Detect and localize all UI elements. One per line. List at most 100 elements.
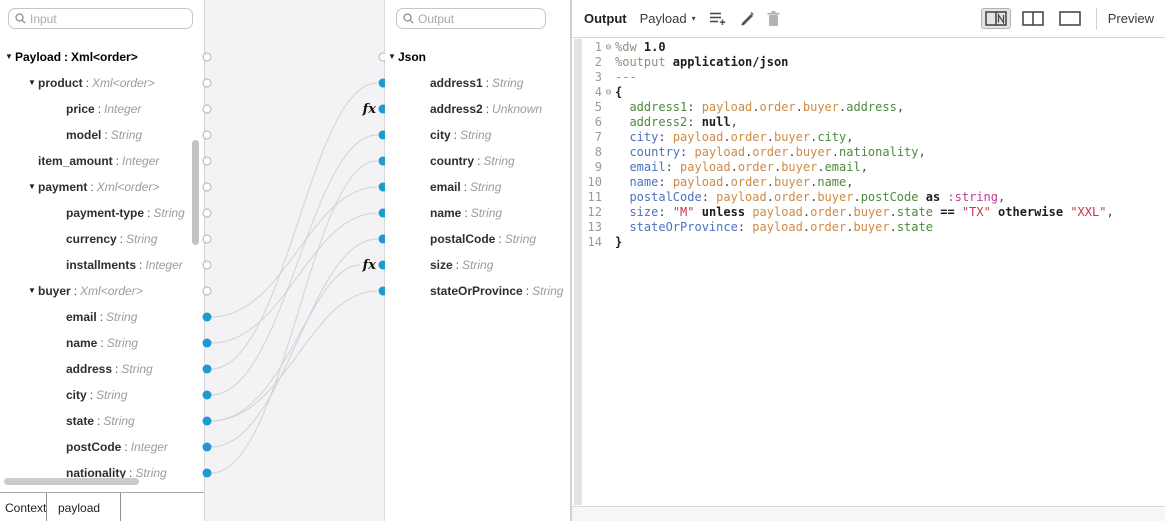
code-line-12[interactable]: 12 size: "M" unless payload.order.buyer.… [586,205,1163,220]
input-tree-row-item_amount[interactable]: item_amount:Integer [0,148,204,174]
input-port-address[interactable] [203,365,212,374]
input-tree-row-payment-type[interactable]: payment-type:String [0,200,204,226]
mapping-line-nationality-to-country[interactable] [211,161,377,473]
fold-toggle-icon[interactable]: ⊖ [602,85,615,100]
input-tree-row-postCode[interactable]: postCode:Integer [0,434,204,460]
input-port-Payload[interactable] [203,53,211,61]
input-port-payment[interactable] [203,183,211,191]
input-vertical-scrollbar[interactable] [192,140,199,245]
output-tree-row-address2[interactable]: address2:Unknown [385,96,570,122]
input-port-payment-type[interactable] [203,209,211,217]
field-name: postCode [66,440,121,454]
fold-gutter [602,145,615,160]
input-port-postCode[interactable] [203,443,212,452]
line-number: 9 [586,160,602,175]
input-tree-row-email[interactable]: email:String [0,304,204,330]
output-tree-panel: ▼Jsonaddress1:Stringaddress2:Unknowncity… [385,0,571,521]
mapping-line-state-to-stateOrProvince[interactable] [211,291,377,421]
input-search-field[interactable] [30,12,186,26]
input-tree-row-model[interactable]: model:String [0,122,204,148]
mapping-line-state-to-size[interactable] [211,265,360,421]
editor-left-ruler[interactable] [574,39,582,505]
input-port-name[interactable] [203,339,212,348]
output-search-field[interactable] [418,12,539,26]
collapse-arrow-icon[interactable]: ▼ [5,53,15,61]
fold-gutter [602,130,615,145]
input-port-model[interactable] [203,131,211,139]
output-tree-row-city[interactable]: city:String [385,122,570,148]
input-port-price[interactable] [203,105,211,113]
input-port-installments[interactable] [203,261,211,269]
input-port-item_amount[interactable] [203,157,211,165]
collapse-arrow-icon[interactable]: ▼ [28,183,38,191]
code-line-5[interactable]: 5 address1: payload.order.buyer.address, [586,100,1163,115]
output-tree-row-Json[interactable]: ▼Json [385,44,570,70]
input-port-buyer[interactable] [203,287,211,295]
input-port-state[interactable] [203,417,212,426]
view-toggle-split-code-tree[interactable] [981,8,1011,29]
edit-transformation-button[interactable] [739,11,754,26]
input-tree-row-name[interactable]: name:String [0,330,204,356]
code-line-14[interactable]: 14} [586,235,1163,250]
output-tree-row-address1[interactable]: address1:String [385,70,570,96]
view-toggle-single-pane[interactable] [1055,8,1085,29]
delete-transformation-button[interactable] [767,11,780,26]
code-line-13[interactable]: 13 stateOrProvince: payload.order.buyer.… [586,220,1163,235]
fx-icon-size[interactable]: fx [362,258,377,273]
output-tree-row-size[interactable]: size:String [385,252,570,278]
context-tab-payload[interactable]: payload [46,493,121,521]
collapse-arrow-icon[interactable]: ▼ [28,79,38,87]
input-tree-row-state[interactable]: state:String [0,408,204,434]
field-type: String [532,284,563,298]
type-separator: : [95,102,104,116]
fx-icon-address2[interactable]: fx [362,102,377,117]
editor-bottom-scroll-area[interactable] [572,506,1165,521]
input-search[interactable] [8,8,193,29]
code-line-4[interactable]: 4⊖{ [586,85,1163,100]
code-line-10[interactable]: 10 name: payload.order.buyer.name, [586,175,1163,190]
input-port-city[interactable] [203,391,212,400]
code-line-9[interactable]: 9 email: payload.order.buyer.email, [586,160,1163,175]
field-type: Xml<order> [92,76,155,90]
input-tree-row-Payload[interactable]: ▼Payload:Xml<order> [0,44,204,70]
code-line-2[interactable]: 2%output application/json [586,55,1163,70]
add-transformation-icon [709,11,726,26]
preview-toggle[interactable]: Preview [1108,11,1154,26]
input-horizontal-scrollbar[interactable] [4,478,139,485]
input-tree-row-currency[interactable]: currency:String [0,226,204,252]
input-tree-row-installments[interactable]: installments:Integer [0,252,204,278]
code-area[interactable]: 1⊖%dw 1.02%output application/json3---4⊖… [586,40,1163,505]
output-tree-row-stateOrProvince[interactable]: stateOrProvince:String [385,278,570,304]
input-port-currency[interactable] [203,235,211,243]
code-line-3[interactable]: 3--- [586,70,1163,85]
output-tree-row-country[interactable]: country:String [385,148,570,174]
code-line-6[interactable]: 6 address2: null, [586,115,1163,130]
output-tree-row-name[interactable]: name:String [385,200,570,226]
output-search[interactable] [396,8,546,29]
input-tree-row-city[interactable]: city:String [0,382,204,408]
input-port-product[interactable] [203,79,211,87]
input-tree-row-product[interactable]: ▼product:Xml<order> [0,70,204,96]
input-port-nationality[interactable] [203,469,212,478]
input-port-email[interactable] [203,313,212,322]
payload-scope-dropdown[interactable]: Payload ▾ [640,11,696,26]
input-tree-row-price[interactable]: price:Integer [0,96,204,122]
input-tree-row-payment[interactable]: ▼payment:Xml<order> [0,174,204,200]
fold-toggle-icon[interactable]: ⊖ [602,40,615,55]
code-line-8[interactable]: 8 country: payload.order.buyer.nationali… [586,145,1163,160]
output-tree-row-postalCode[interactable]: postalCode:String [385,226,570,252]
collapse-arrow-icon[interactable]: ▼ [388,53,398,61]
type-separator: : [453,258,462,272]
add-transformation-button[interactable] [709,11,726,26]
view-toggle-side-by-side[interactable] [1018,8,1048,29]
code-line-1[interactable]: 1⊖%dw 1.0 [586,40,1163,55]
field-type: String [470,180,501,194]
code-line-11[interactable]: 11 postalCode: payload.order.buyer.postC… [586,190,1163,205]
code-line-7[interactable]: 7 city: payload.order.buyer.city, [586,130,1163,145]
input-tree-row-address[interactable]: address:String [0,356,204,382]
collapse-arrow-icon[interactable]: ▼ [28,287,38,295]
field-name: address [66,362,112,376]
output-tree-row-email[interactable]: email:String [385,174,570,200]
input-tree-row-buyer[interactable]: ▼buyer:Xml<order> [0,278,204,304]
mapping-line-city-to-city[interactable] [211,135,377,395]
